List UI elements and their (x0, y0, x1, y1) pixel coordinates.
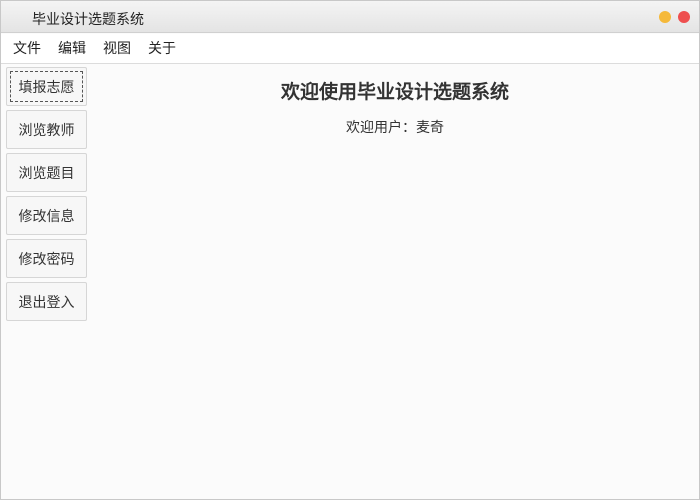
welcome-user: 欢迎用户：麦奇 (91, 119, 699, 137)
edit-info-button[interactable]: 修改信息 (6, 196, 87, 235)
user-name: 麦奇 (416, 120, 444, 136)
change-password-button[interactable]: 修改密码 (6, 239, 87, 278)
change-password-label: 修改密码 (18, 251, 75, 268)
browse-teachers-label: 浏览教师 (18, 122, 75, 139)
edit-info-label: 修改信息 (18, 208, 75, 225)
window-title: 毕业设计选题系统 (32, 12, 144, 28)
welcome-user-label: 欢迎用户： (346, 120, 416, 136)
menu-bar: 文件 编辑 视图 关于 (1, 34, 699, 64)
close-button[interactable] (678, 11, 690, 23)
logout-button[interactable]: 退出登入 (6, 282, 87, 321)
welcome-title: 欢迎使用毕业设计选题系统 (280, 81, 509, 103)
minimize-button[interactable] (659, 11, 671, 23)
fill-preference-label: 填报志愿 (18, 79, 75, 96)
menu-view[interactable]: 视图 (103, 40, 131, 58)
menu-edit[interactable]: 编辑 (58, 40, 86, 58)
logout-label: 退出登入 (18, 294, 75, 311)
menu-about[interactable]: 关于 (148, 40, 176, 58)
browse-topics-label: 浏览题目 (18, 165, 75, 182)
title-bar[interactable]: 毕业设计选题系统 (1, 1, 699, 33)
browse-teachers-button[interactable]: 浏览教师 (6, 110, 87, 149)
fill-preference-button[interactable]: 填报志愿 (6, 67, 87, 106)
browse-topics-button[interactable]: 浏览题目 (6, 153, 87, 192)
menu-file[interactable]: 文件 (13, 40, 41, 58)
app-window: 毕业设计选题系统 文件 编辑 视图 关于 填报志愿 浏览教师 浏览题目 修改信息… (0, 0, 700, 500)
